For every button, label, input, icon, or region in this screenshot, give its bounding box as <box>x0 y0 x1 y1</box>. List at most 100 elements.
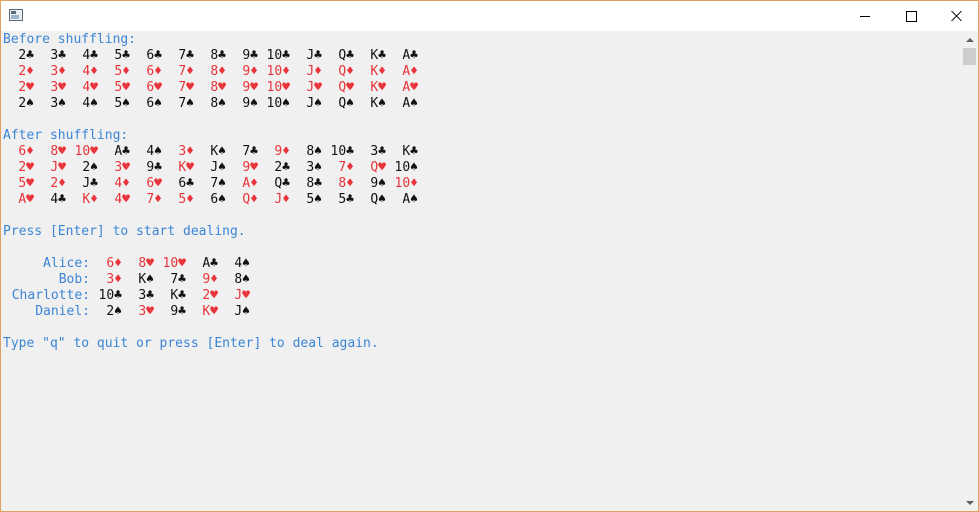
card: 10♥ <box>74 144 98 159</box>
hand-card: 3♦ <box>106 272 122 287</box>
maximize-button[interactable] <box>888 1 934 31</box>
card: 5♦ <box>178 192 194 207</box>
minimize-icon <box>860 15 870 17</box>
card: 7♦ <box>338 160 354 175</box>
card: 4♥ <box>82 80 98 95</box>
player-name: Alice: <box>43 256 90 271</box>
hand-card: 9♣ <box>170 304 186 319</box>
card: 2♠ <box>18 96 34 111</box>
card: 8♣ <box>210 48 226 63</box>
card: 9♥ <box>242 80 258 95</box>
card: A♥ <box>18 192 34 207</box>
card: A♦ <box>242 176 258 191</box>
title-bar[interactable] <box>1 1 978 31</box>
card: K♣ <box>402 144 418 159</box>
hand-card: 8♠ <box>234 272 250 287</box>
card: J♦ <box>306 64 322 79</box>
card: 2♣ <box>18 48 34 63</box>
card: 8♦ <box>210 64 226 79</box>
card: 10♦ <box>394 176 418 191</box>
hand-card: 3♣ <box>138 288 154 303</box>
card: 3♠ <box>50 96 66 111</box>
scroll-thumb[interactable] <box>963 48 976 65</box>
card: 5♣ <box>338 192 354 207</box>
card: K♠ <box>210 144 226 159</box>
card: K♦ <box>370 64 386 79</box>
hand-card: K♣ <box>170 288 186 303</box>
card: 6♦ <box>18 144 34 159</box>
card: A♥ <box>402 80 418 95</box>
scroll-up-button[interactable] <box>961 31 978 48</box>
card: 7♠ <box>210 176 226 191</box>
card: Q♠ <box>338 96 354 111</box>
card: A♣ <box>114 144 130 159</box>
hand-card: J♥ <box>234 288 250 303</box>
card: 6♠ <box>146 96 162 111</box>
card: 3♣ <box>370 144 386 159</box>
hand-card: 10♣ <box>98 288 122 303</box>
card: 4♣ <box>82 48 98 63</box>
hand-card: 7♣ <box>170 272 186 287</box>
card: A♦ <box>402 64 418 79</box>
card: Q♥ <box>338 80 354 95</box>
card: 2♥ <box>18 160 34 175</box>
card: 9♦ <box>274 144 290 159</box>
player-name: Daniel: <box>35 304 90 319</box>
card: K♣ <box>370 48 386 63</box>
card: 5♠ <box>306 192 322 207</box>
card: 8♠ <box>210 96 226 111</box>
card: 7♣ <box>242 144 258 159</box>
console-output[interactable]: Before shuffling: 2♣ 3♣ 4♣ 5♣ 6♣ 7♣ 8♣ 9♣ 10♣ J♣ Q… <box>1 31 960 511</box>
console-window: Before shuffling: 2♣ 3♣ 4♣ 5♣ 6♣ 7♣ 8♣ 9♣ 10♣ J♣ Q… <box>0 0 979 512</box>
console-app-icon[interactable] <box>9 9 23 21</box>
card: 2♥ <box>18 80 34 95</box>
card: 6♥ <box>146 176 162 191</box>
card: J♣ <box>306 48 322 63</box>
card: 4♠ <box>146 144 162 159</box>
card: 4♣ <box>50 192 66 207</box>
chevron-down-icon <box>965 500 974 505</box>
card: 3♦ <box>178 144 194 159</box>
card: 6♦ <box>146 64 162 79</box>
deal-again-prompt: Type "q" to quit or press [Enter] to dea… <box>3 336 379 351</box>
card: Q♠ <box>370 192 386 207</box>
card: 3♥ <box>50 80 66 95</box>
hand-card: K♠ <box>138 272 154 287</box>
card: Q♦ <box>338 64 354 79</box>
card: 8♠ <box>306 144 322 159</box>
card: 10♣ <box>330 144 354 159</box>
hand-card: A♣ <box>202 256 218 271</box>
card: 6♠ <box>210 192 226 207</box>
card: 4♦ <box>82 64 98 79</box>
card: 7♦ <box>146 192 162 207</box>
close-icon <box>951 10 963 22</box>
card: 7♦ <box>178 64 194 79</box>
scroll-down-button[interactable] <box>961 494 978 511</box>
vertical-scrollbar[interactable] <box>961 31 978 511</box>
card: Q♦ <box>242 192 258 207</box>
card: 4♦ <box>114 176 130 191</box>
card: 8♦ <box>338 176 354 191</box>
hand-card: 9♦ <box>202 272 218 287</box>
card: 10♦ <box>266 64 290 79</box>
card: 10♠ <box>394 160 418 175</box>
card: J♥ <box>50 160 66 175</box>
card: 8♣ <box>306 176 322 191</box>
card: 3♣ <box>50 48 66 63</box>
card: 9♥ <box>242 160 258 175</box>
card: 7♥ <box>178 80 194 95</box>
minimize-button[interactable] <box>842 1 888 31</box>
card: 2♦ <box>50 176 66 191</box>
hand-card: 8♥ <box>138 256 154 271</box>
player-name: Charlotte: <box>11 288 90 303</box>
card: K♦ <box>82 192 98 207</box>
card: 5♦ <box>114 64 130 79</box>
hand-card: 6♦ <box>106 256 122 271</box>
card: J♠ <box>306 96 322 111</box>
chevron-up-icon <box>965 37 974 42</box>
close-button[interactable] <box>934 1 978 31</box>
after-shuffling-heading: After shuffling: <box>3 128 129 143</box>
card: 7♠ <box>178 96 194 111</box>
card: 5♥ <box>114 80 130 95</box>
hand-card: K♥ <box>202 304 218 319</box>
